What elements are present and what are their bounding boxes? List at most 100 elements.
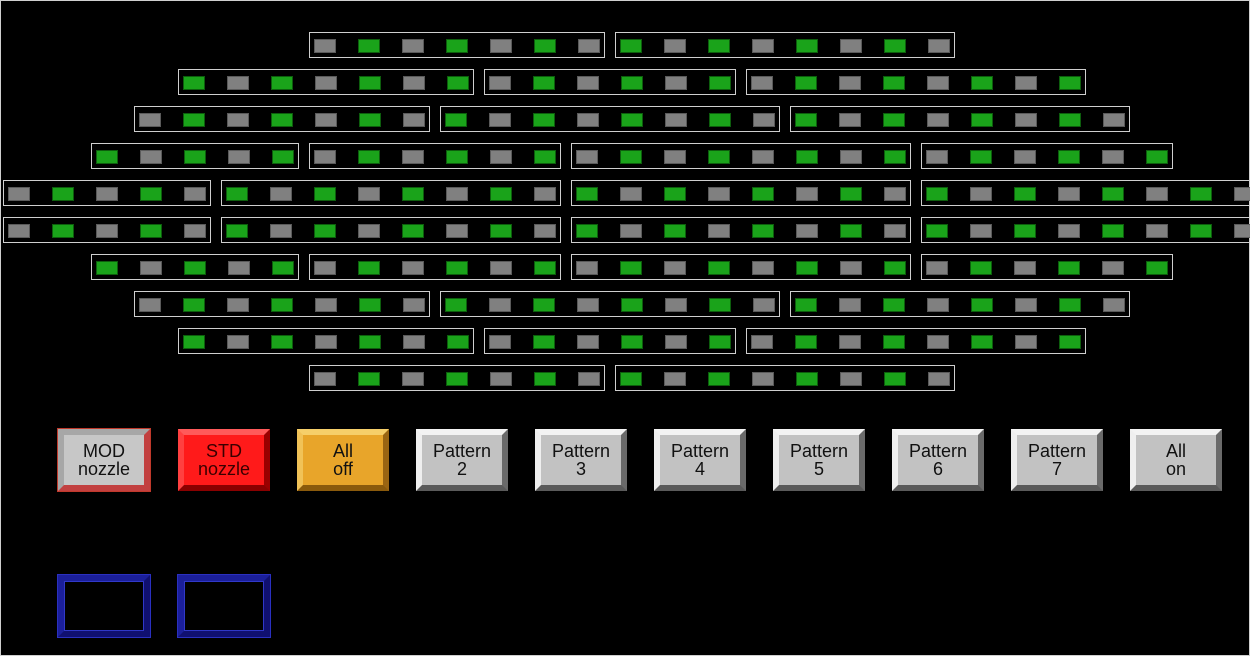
nozzle-indicator-on[interactable] — [226, 187, 248, 201]
nozzle-indicator-on[interactable] — [883, 76, 905, 90]
nozzle-indicator-on[interactable] — [884, 372, 906, 386]
nozzle-indicator-off[interactable] — [1103, 298, 1125, 312]
nozzle-indicator-off[interactable] — [1102, 150, 1124, 164]
nozzle-indicator-off[interactable] — [620, 187, 642, 201]
nozzle-indicator-on[interactable] — [402, 187, 424, 201]
mod-nozzle-button[interactable]: MOD nozzle — [57, 428, 151, 492]
nozzle-indicator-off[interactable] — [184, 224, 206, 238]
nozzle-indicator-off[interactable] — [927, 113, 949, 127]
nozzle-indicator-on[interactable] — [183, 76, 205, 90]
nozzle-indicator-on[interactable] — [1058, 150, 1080, 164]
nozzle-indicator-off[interactable] — [884, 187, 906, 201]
nozzle-indicator-off[interactable] — [751, 76, 773, 90]
nozzle-indicator-off[interactable] — [796, 187, 818, 201]
nozzle-indicator-on[interactable] — [1146, 150, 1168, 164]
nozzle-indicator-off[interactable] — [270, 187, 292, 201]
nozzle-indicator-on[interactable] — [795, 335, 817, 349]
nozzle-indicator-off[interactable] — [664, 261, 686, 275]
nozzle-indicator-on[interactable] — [1058, 261, 1080, 275]
nozzle-indicator-off[interactable] — [796, 224, 818, 238]
nozzle-indicator-off[interactable] — [403, 76, 425, 90]
nozzle-indicator-on[interactable] — [359, 335, 381, 349]
nozzle-indicator-on[interactable] — [446, 372, 468, 386]
nozzle-indicator-off[interactable] — [577, 298, 599, 312]
all-on-button[interactable]: All on — [1130, 429, 1222, 491]
nozzle-indicator-off[interactable] — [8, 224, 30, 238]
pattern-6-button[interactable]: Pattern 6 — [892, 429, 984, 491]
nozzle-indicator-on[interactable] — [796, 372, 818, 386]
nozzle-indicator-off[interactable] — [665, 113, 687, 127]
nozzle-indicator-on[interactable] — [140, 224, 162, 238]
nozzle-indicator-off[interactable] — [403, 335, 425, 349]
nozzle-indicator-on[interactable] — [490, 187, 512, 201]
nozzle-indicator-off[interactable] — [620, 224, 642, 238]
nozzle-indicator-off[interactable] — [1014, 261, 1036, 275]
nozzle-indicator-off[interactable] — [140, 150, 162, 164]
nozzle-indicator-off[interactable] — [402, 261, 424, 275]
nozzle-indicator-off[interactable] — [403, 113, 425, 127]
pattern-4-button[interactable]: Pattern 4 — [654, 429, 746, 491]
nozzle-indicator-on[interactable] — [796, 39, 818, 53]
nozzle-indicator-on[interactable] — [840, 187, 862, 201]
blank-blue-button-2[interactable] — [177, 574, 271, 638]
nozzle-indicator-on[interactable] — [226, 224, 248, 238]
nozzle-indicator-off[interactable] — [315, 76, 337, 90]
nozzle-indicator-off[interactable] — [840, 39, 862, 53]
nozzle-indicator-on[interactable] — [183, 335, 205, 349]
nozzle-indicator-on[interactable] — [883, 298, 905, 312]
nozzle-indicator-on[interactable] — [1014, 187, 1036, 201]
nozzle-indicator-on[interactable] — [1059, 113, 1081, 127]
nozzle-indicator-on[interactable] — [183, 113, 205, 127]
nozzle-indicator-off[interactable] — [708, 187, 730, 201]
pattern-7-button[interactable]: Pattern 7 — [1011, 429, 1103, 491]
nozzle-indicator-off[interactable] — [1234, 187, 1250, 201]
nozzle-indicator-off[interactable] — [314, 39, 336, 53]
nozzle-indicator-off[interactable] — [664, 372, 686, 386]
nozzle-indicator-off[interactable] — [926, 261, 948, 275]
nozzle-indicator-off[interactable] — [927, 298, 949, 312]
nozzle-indicator-on[interactable] — [795, 76, 817, 90]
nozzle-indicator-off[interactable] — [227, 335, 249, 349]
nozzle-indicator-off[interactable] — [8, 187, 30, 201]
nozzle-indicator-off[interactable] — [489, 76, 511, 90]
nozzle-indicator-on[interactable] — [533, 76, 555, 90]
nozzle-indicator-off[interactable] — [751, 335, 773, 349]
nozzle-indicator-on[interactable] — [446, 261, 468, 275]
nozzle-indicator-off[interactable] — [402, 372, 424, 386]
nozzle-indicator-off[interactable] — [184, 187, 206, 201]
std-nozzle-button[interactable]: STD nozzle — [178, 429, 270, 491]
nozzle-indicator-off[interactable] — [1015, 298, 1037, 312]
pattern-2-button[interactable]: Pattern 2 — [416, 429, 508, 491]
nozzle-indicator-off[interactable] — [140, 261, 162, 275]
nozzle-indicator-on[interactable] — [447, 335, 469, 349]
nozzle-indicator-off[interactable] — [752, 150, 774, 164]
nozzle-indicator-on[interactable] — [752, 187, 774, 201]
nozzle-indicator-on[interactable] — [840, 224, 862, 238]
nozzle-indicator-on[interactable] — [970, 150, 992, 164]
nozzle-indicator-off[interactable] — [577, 76, 599, 90]
pattern-3-button[interactable]: Pattern 3 — [535, 429, 627, 491]
nozzle-indicator-off[interactable] — [664, 39, 686, 53]
nozzle-indicator-on[interactable] — [796, 150, 818, 164]
nozzle-indicator-off[interactable] — [578, 372, 600, 386]
nozzle-indicator-on[interactable] — [709, 335, 731, 349]
nozzle-indicator-on[interactable] — [709, 298, 731, 312]
nozzle-indicator-on[interactable] — [883, 335, 905, 349]
nozzle-indicator-on[interactable] — [358, 39, 380, 53]
nozzle-indicator-on[interactable] — [795, 113, 817, 127]
nozzle-indicator-off[interactable] — [927, 335, 949, 349]
nozzle-indicator-on[interactable] — [358, 261, 380, 275]
nozzle-indicator-off[interactable] — [96, 187, 118, 201]
nozzle-indicator-on[interactable] — [534, 261, 556, 275]
nozzle-indicator-on[interactable] — [184, 261, 206, 275]
nozzle-indicator-off[interactable] — [839, 76, 861, 90]
nozzle-indicator-on[interactable] — [534, 372, 556, 386]
nozzle-indicator-off[interactable] — [314, 261, 336, 275]
nozzle-indicator-on[interactable] — [621, 113, 643, 127]
nozzle-indicator-on[interactable] — [490, 224, 512, 238]
nozzle-indicator-on[interactable] — [621, 298, 643, 312]
nozzle-indicator-on[interactable] — [708, 261, 730, 275]
nozzle-indicator-off[interactable] — [534, 187, 556, 201]
nozzle-indicator-off[interactable] — [927, 76, 949, 90]
nozzle-indicator-on[interactable] — [271, 335, 293, 349]
